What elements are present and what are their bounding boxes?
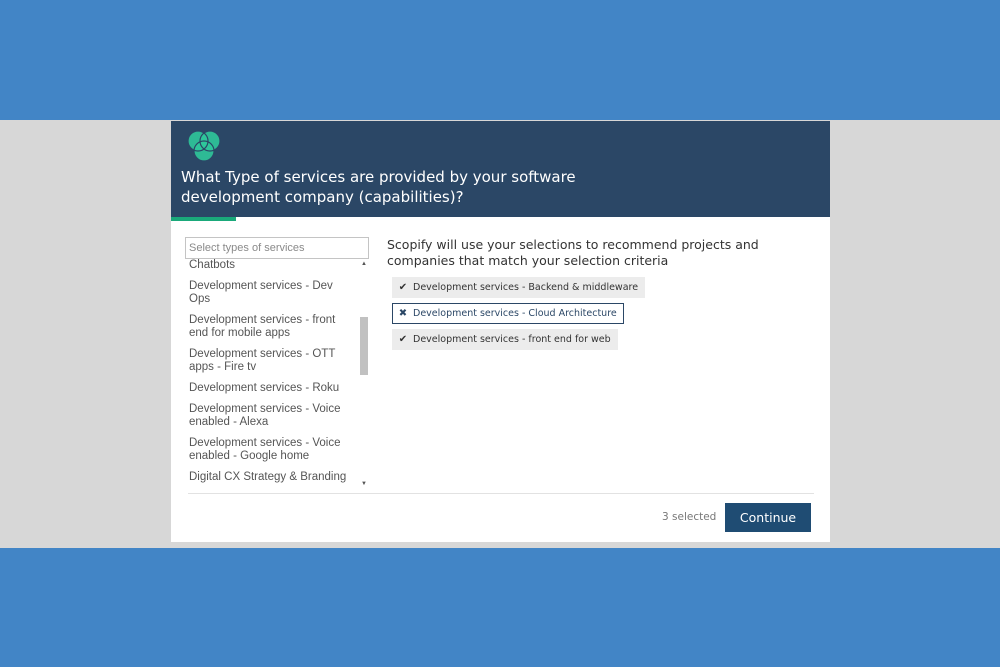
services-list[interactable]: Chatbots Development services - Dev Ops De… xyxy=(185,259,369,489)
dialog-header: What Type of services are provided by yo… xyxy=(171,121,830,217)
dialog-title: What Type of services are provided by yo… xyxy=(181,168,576,206)
chip-label: Development services - Backend & middlew… xyxy=(413,282,639,293)
services-dialog: What Type of services are provided by yo… xyxy=(171,121,830,542)
selection-panel: Scopify will use your selections to reco… xyxy=(387,237,817,487)
scroll-up-icon[interactable]: ▲ xyxy=(360,259,368,269)
service-option[interactable]: Development services - Roku xyxy=(189,378,357,399)
check-icon: ✔ xyxy=(398,282,408,293)
background-top-band xyxy=(0,0,1000,120)
service-option[interactable]: Development services - Voice enabled - A… xyxy=(189,399,357,433)
footer-divider xyxy=(188,493,814,494)
service-option[interactable]: Chatbots xyxy=(189,259,357,276)
recommendation-info: Scopify will use your selections to reco… xyxy=(387,237,759,268)
progress-indicator xyxy=(171,217,236,221)
scrollbar-thumb[interactable] xyxy=(360,317,368,375)
scroll-down-icon[interactable]: ▼ xyxy=(360,479,368,489)
service-option[interactable]: Digital CX Strategy & Branding xyxy=(189,467,357,488)
background-bottom-band xyxy=(0,548,1000,667)
selected-service-chip[interactable]: ✖ Development services - Cloud Architectu… xyxy=(392,303,624,324)
selected-count: 3 selected xyxy=(662,511,717,523)
services-search-input[interactable] xyxy=(185,237,369,259)
services-picker: ChatbotsDevelopment services - Dev OpsDe… xyxy=(185,237,369,489)
remove-icon[interactable]: ✖ xyxy=(398,308,408,319)
chip-label: Development services - front end for web xyxy=(413,334,611,345)
service-option[interactable]: Development services - OTT apps - Fire t… xyxy=(189,344,357,378)
selected-chips: ✔ Development services - Backend & middle… xyxy=(392,277,646,355)
scopify-logo-icon xyxy=(187,130,221,162)
continue-button[interactable]: Continue xyxy=(725,503,811,532)
chip-label: Development services - Cloud Architectur… xyxy=(413,308,617,319)
service-option[interactable]: Development services - Voice enabled - G… xyxy=(189,433,357,467)
services-list-scrollbar[interactable]: ▲ ▼ xyxy=(359,259,369,489)
selected-service-chip[interactable]: ✔ Development services - Backend & middle… xyxy=(392,277,646,298)
selected-service-chip[interactable]: ✔ Development services - front end for we… xyxy=(392,329,618,350)
service-option[interactable]: Development services - front end for mob… xyxy=(189,310,357,344)
service-option[interactable]: Development services - Dev Ops xyxy=(189,276,357,310)
check-icon: ✔ xyxy=(398,334,408,345)
